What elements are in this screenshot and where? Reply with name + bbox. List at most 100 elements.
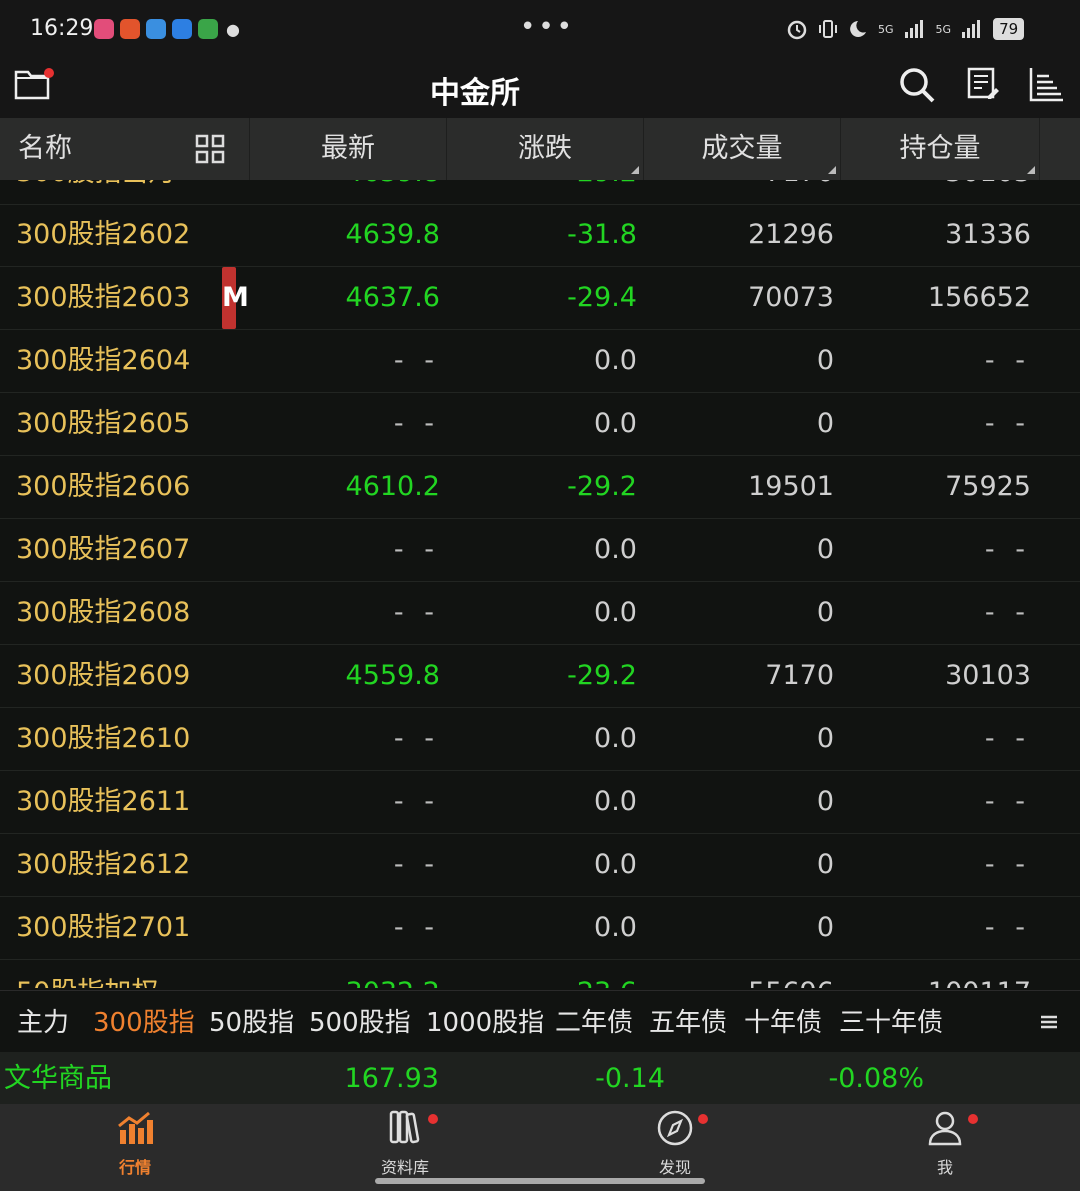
app-icon-4 — [172, 19, 192, 39]
table-row[interactable]: 300股指2606 4610.2 -29.2 19501 75925 — [0, 456, 1080, 519]
row-open-interest: 100117 — [928, 962, 1031, 988]
row-last: - - — [393, 849, 440, 880]
nav-market[interactable]: 行情 — [75, 1108, 195, 1178]
row-volume: 7170 — [765, 180, 834, 204]
search-button[interactable] — [898, 66, 938, 106]
row-last: - - — [393, 345, 440, 376]
table-row[interactable]: 300股指2603 4637.6 -29.4 70073 156652 M — [0, 267, 1080, 330]
header-name[interactable]: 名称 — [0, 118, 250, 180]
row-name: 300股指2608 — [16, 597, 191, 628]
table-row-partial-top[interactable]: 300股指当月 4639.8 -29.2 7170 30103 — [0, 180, 1080, 205]
header-open-interest-label: 持仓量 — [899, 133, 981, 164]
header-open-interest[interactable]: 持仓量 — [841, 118, 1040, 180]
app-icon-3 — [146, 19, 166, 39]
table-row-partial-bottom[interactable]: 50股指加权 3032.2 -23.6 55696 100117 — [0, 962, 1080, 988]
row-volume: 21296 — [748, 219, 834, 250]
row-open-interest: 31336 — [945, 219, 1031, 250]
header-name-label: 名称 — [18, 133, 72, 164]
tab-2y-bond[interactable]: 二年债 — [555, 991, 633, 1053]
row-change: -31.8 — [567, 219, 637, 250]
page-title: 中金所 — [430, 76, 520, 111]
row-last: - - — [393, 534, 440, 565]
quote-list[interactable]: 300股指当月 4639.8 -29.2 7170 30103 300股指260… — [0, 180, 1080, 988]
row-volume: 0 — [816, 597, 834, 628]
table-row[interactable]: 300股指2609 4559.8 -29.2 7170 30103 — [0, 645, 1080, 708]
row-change: -29.2 — [567, 660, 637, 691]
row-volume: 55696 — [748, 962, 834, 988]
tab-5y-bond[interactable]: 五年债 — [649, 991, 727, 1053]
row-name: 300股指2604 — [16, 345, 191, 376]
alarm-icon — [787, 20, 807, 40]
tab-10y-bond[interactable]: 十年债 — [744, 991, 822, 1053]
signal-icon-1 — [904, 20, 923, 38]
row-change: 0.0 — [594, 597, 637, 628]
vibrate-icon — [819, 20, 837, 38]
row-last: 3032.2 — [346, 962, 440, 988]
row-change: 0.0 — [594, 912, 637, 943]
sort-bars-icon — [1029, 68, 1063, 102]
header-volume[interactable]: 成交量 — [644, 118, 841, 180]
table-row[interactable]: 300股指2607 - - 0.0 0 - - — [0, 519, 1080, 582]
ticker-name: 文华商品 — [4, 1063, 112, 1094]
row-name: 300股指2611 — [16, 786, 191, 817]
nav-discover[interactable]: 发现 — [615, 1108, 735, 1178]
table-row[interactable]: 300股指2611 - - 0.0 0 - - — [0, 771, 1080, 834]
header-last[interactable]: 最新 — [250, 118, 447, 180]
moon-icon — [850, 21, 866, 37]
table-row[interactable]: 300股指2610 - - 0.0 0 - - — [0, 708, 1080, 771]
row-open-interest: - - — [984, 345, 1031, 376]
table-row[interactable]: 300股指2605 - - 0.0 0 - - — [0, 393, 1080, 456]
more-notifications-dot: ● — [226, 20, 240, 39]
row-open-interest: 75925 — [945, 471, 1031, 502]
status-bar: 16:29 ● ••• 5G 5G 79 — [0, 0, 1080, 60]
header-change-label: 涨跌 — [518, 133, 572, 164]
table-row[interactable]: 300股指2604 - - 0.0 0 - - — [0, 330, 1080, 393]
row-volume: 0 — [816, 723, 834, 754]
signal-icon-2 — [962, 20, 981, 38]
row-last: 4610.2 — [345, 471, 440, 502]
app-icon-5 — [198, 19, 218, 39]
row-volume: 0 — [816, 786, 834, 817]
system-icons: 5G 5G 79 — [786, 18, 1025, 40]
tab-sse50[interactable]: 50股指 — [209, 991, 294, 1053]
row-change: 0.0 — [594, 534, 637, 565]
search-icon — [900, 68, 935, 103]
row-change: 0.0 — [594, 786, 637, 817]
table-row[interactable]: 300股指2608 - - 0.0 0 - - — [0, 582, 1080, 645]
row-last: 4559.8 — [345, 660, 440, 691]
index-ticker[interactable]: 文华商品 167.93 -0.14 -0.08% — [0, 1052, 1080, 1104]
row-open-interest: - - — [984, 597, 1031, 628]
header-change[interactable]: 涨跌 — [447, 118, 644, 180]
person-icon — [928, 1111, 962, 1146]
row-name: 300股指2607 — [16, 534, 191, 565]
nav-me-label: 我 — [936, 1158, 953, 1177]
me-notification-dot — [968, 1114, 978, 1124]
nav-me[interactable]: 我 — [885, 1108, 1005, 1178]
tab-csi300[interactable]: 300股指 — [93, 991, 195, 1053]
row-open-interest: - - — [984, 723, 1031, 754]
sort-button[interactable] — [1028, 66, 1068, 106]
row-name: 300股指2602 — [16, 219, 191, 250]
home-indicator[interactable] — [375, 1178, 705, 1184]
ticker-change: -0.14 — [595, 1063, 665, 1094]
edit-list-button[interactable] — [966, 66, 1006, 106]
tab-csi500[interactable]: 500股指 — [309, 991, 411, 1053]
row-change: 0.0 — [594, 408, 637, 439]
table-row[interactable]: 300股指2602 4639.8 -31.8 21296 31336 — [0, 204, 1080, 267]
category-tab-bar: 主力 300股指 50股指 500股指 1000股指 二年债 五年债 十年债 三… — [0, 990, 1080, 1053]
nav-discover-label: 发现 — [658, 1158, 691, 1177]
table-row[interactable]: 300股指2612 - - 0.0 0 - - — [0, 834, 1080, 897]
grid-layout-icon[interactable] — [195, 134, 225, 164]
row-last: 4639.8 — [345, 219, 440, 250]
row-open-interest: 30103 — [945, 660, 1031, 691]
tab-menu-button[interactable] — [1036, 1011, 1062, 1037]
row-volume: 0 — [816, 345, 834, 376]
row-name: 50股指加权 — [16, 962, 158, 988]
tab-csi1000[interactable]: 1000股指 — [426, 991, 544, 1053]
tab-main[interactable]: 主力 — [17, 991, 69, 1053]
row-change: -29.2 — [567, 180, 637, 204]
table-row[interactable]: 300股指2701 - - 0.0 0 - - — [0, 897, 1080, 960]
tab-30y-bond[interactable]: 三十年债 — [839, 991, 943, 1053]
row-name: 300股指当月 — [16, 180, 176, 204]
nav-library[interactable]: 资料库 — [345, 1108, 465, 1178]
